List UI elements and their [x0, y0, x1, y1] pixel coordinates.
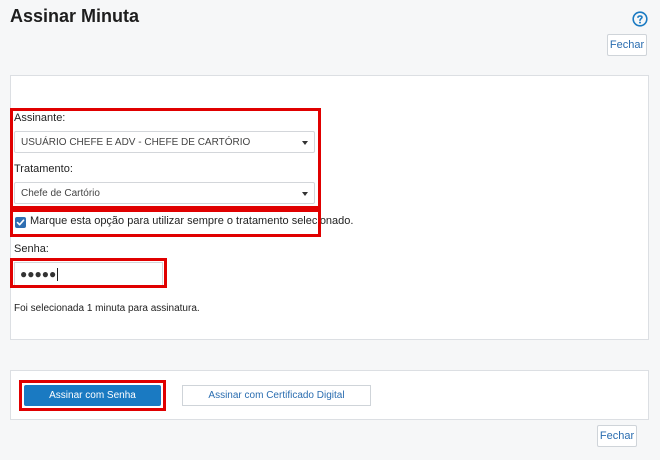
- always-use-treatment-label: Marque esta opção para utilizar sempre o…: [30, 215, 354, 227]
- password-label: Senha:: [14, 243, 49, 255]
- page-title: Assinar Minuta: [10, 6, 140, 26]
- close-button-bottom[interactable]: Fechar: [597, 425, 637, 447]
- question-circle-icon[interactable]: [632, 11, 648, 27]
- treatment-select[interactable]: Chefe de Cartório: [14, 182, 315, 204]
- chevron-down-icon: [302, 192, 308, 196]
- sign-with-certificate-button[interactable]: Assinar com Certificado Digital: [182, 385, 371, 406]
- sign-with-password-button[interactable]: Assinar com Senha: [24, 385, 161, 406]
- selection-info-text: Foi selecionada 1 minuta para assinatura…: [14, 303, 200, 314]
- signer-label: Assinante:: [14, 112, 66, 124]
- signer-select[interactable]: USUÁRIO CHEFE E ADV - CHEFE DE CARTÓRIO: [14, 131, 315, 153]
- always-use-treatment-checkbox[interactable]: [15, 217, 26, 228]
- checkmark-icon: [16, 219, 25, 226]
- treatment-label: Tratamento:: [14, 163, 73, 175]
- password-value: ●●●●●: [20, 267, 57, 281]
- text-cursor: [57, 267, 59, 281]
- signer-select-value: USUÁRIO CHEFE E ADV - CHEFE DE CARTÓRIO: [21, 136, 251, 148]
- sign-draft-dialog: Assinar Minuta Fechar Assinante: USUÁRIO…: [0, 0, 660, 460]
- treatment-select-value: Chefe de Cartório: [21, 187, 100, 199]
- password-field[interactable]: ●●●●●: [14, 262, 163, 286]
- chevron-down-icon: [302, 141, 308, 145]
- signature-form-panel: [10, 75, 649, 340]
- close-button-top[interactable]: Fechar: [607, 34, 647, 56]
